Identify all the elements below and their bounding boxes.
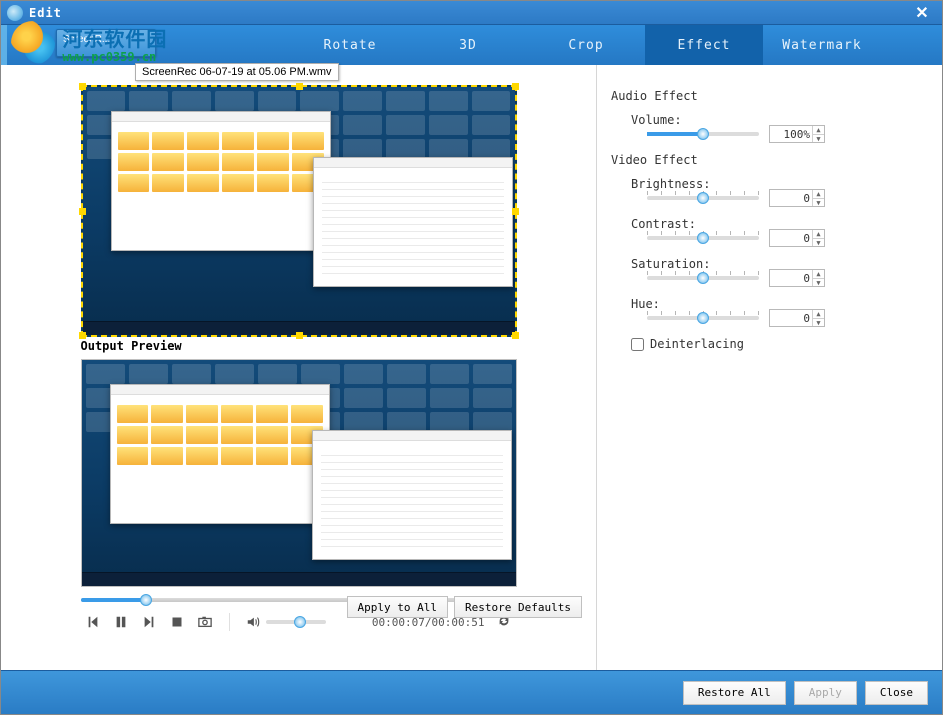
close-window-button[interactable]: ✕ bbox=[908, 4, 936, 22]
contrast-label: Contrast: bbox=[611, 217, 711, 231]
volume-slider[interactable] bbox=[647, 127, 759, 141]
saturation-slider[interactable] bbox=[647, 271, 759, 285]
crop-handle[interactable] bbox=[79, 83, 86, 90]
control-divider bbox=[229, 613, 230, 631]
source-preview[interactable] bbox=[81, 85, 517, 337]
spin-up-icon[interactable]: ▲ bbox=[813, 310, 824, 319]
spin-up-icon[interactable]: ▲ bbox=[813, 126, 824, 135]
spin-up-icon[interactable]: ▲ bbox=[813, 230, 824, 239]
volume-value: 100% bbox=[784, 128, 811, 141]
restore-all-button[interactable]: Restore All bbox=[683, 681, 786, 705]
bottom-bar: Restore All Apply Close bbox=[1, 670, 942, 714]
brightness-value: 0 bbox=[803, 192, 810, 205]
tab-rotate[interactable]: Rotate bbox=[291, 25, 409, 65]
stop-button[interactable] bbox=[169, 614, 185, 630]
file-name-tooltip: ScreenRec 06-07-19 at 05.06 PM.wmv bbox=[135, 63, 339, 81]
apply-to-all-button[interactable]: Apply to All bbox=[347, 596, 448, 618]
close-button[interactable]: Close bbox=[865, 681, 928, 705]
tab-effect[interactable]: Effect bbox=[645, 25, 763, 65]
panel-action-buttons: Apply to All Restore Defaults bbox=[347, 596, 582, 618]
contrast-slider[interactable] bbox=[647, 231, 759, 245]
effects-panel: Audio Effect Volume: 100% ▲▼ Video Effec… bbox=[597, 65, 942, 670]
tab-3d[interactable]: 3D bbox=[409, 25, 527, 65]
spin-down-icon[interactable]: ▼ bbox=[813, 199, 824, 207]
file-chip-label: ScreenR... bbox=[63, 34, 110, 45]
brightness-spin[interactable]: 0 ▲▼ bbox=[769, 189, 825, 207]
video-effect-title: Video Effect bbox=[611, 153, 926, 167]
next-button[interactable] bbox=[141, 614, 157, 630]
hue-value: 0 bbox=[803, 312, 810, 325]
audio-effect-title: Audio Effect bbox=[611, 89, 926, 103]
saturation-spin[interactable]: 0 ▲▼ bbox=[769, 269, 825, 287]
volume-label: Volume: bbox=[611, 113, 711, 127]
deinterlacing-label: Deinterlacing bbox=[650, 337, 744, 351]
spin-down-icon[interactable]: ▼ bbox=[813, 135, 824, 143]
window-title: Edit bbox=[29, 6, 908, 20]
spin-down-icon[interactable]: ▼ bbox=[813, 279, 824, 287]
hue-slider[interactable] bbox=[647, 311, 759, 325]
apply-button[interactable]: Apply bbox=[794, 681, 857, 705]
title-bar: Edit ✕ bbox=[1, 1, 942, 25]
brightness-label: Brightness: bbox=[611, 177, 711, 191]
crop-handle[interactable] bbox=[512, 83, 519, 90]
progress-fill bbox=[81, 598, 146, 602]
saturation-label: Saturation: bbox=[611, 257, 711, 271]
spin-up-icon[interactable]: ▲ bbox=[813, 270, 824, 279]
contrast-spin[interactable]: 0 ▲▼ bbox=[769, 229, 825, 247]
output-preview bbox=[81, 359, 517, 587]
hue-label: Hue: bbox=[611, 297, 711, 311]
crop-handle[interactable] bbox=[79, 332, 86, 339]
pause-button[interactable] bbox=[113, 614, 129, 630]
deinterlacing-checkbox[interactable] bbox=[631, 338, 644, 351]
spin-down-icon[interactable]: ▼ bbox=[813, 319, 824, 327]
saturation-value: 0 bbox=[803, 272, 810, 285]
file-thumbnail-chip[interactable]: ScreenR... bbox=[56, 29, 156, 57]
app-icon bbox=[7, 5, 23, 21]
spin-up-icon[interactable]: ▲ bbox=[813, 190, 824, 199]
crop-handle[interactable] bbox=[79, 208, 86, 215]
volume-track[interactable] bbox=[266, 620, 326, 624]
tab-crop[interactable]: Crop bbox=[527, 25, 645, 65]
restore-defaults-button[interactable]: Restore Defaults bbox=[454, 596, 582, 618]
brightness-slider[interactable] bbox=[647, 191, 759, 205]
spin-down-icon[interactable]: ▼ bbox=[813, 239, 824, 247]
speaker-icon bbox=[246, 615, 260, 629]
preview-column: Output Preview bbox=[1, 65, 597, 670]
tab-watermark[interactable]: Watermark bbox=[763, 25, 881, 65]
volume-thumb[interactable] bbox=[294, 616, 306, 628]
contrast-value: 0 bbox=[803, 232, 810, 245]
snapshot-button[interactable] bbox=[197, 614, 213, 630]
crop-handle[interactable] bbox=[296, 83, 303, 90]
crop-handle[interactable] bbox=[512, 208, 519, 215]
main-area: Output Preview bbox=[1, 65, 942, 670]
hue-spin[interactable]: 0 ▲▼ bbox=[769, 309, 825, 327]
progress-thumb[interactable] bbox=[140, 594, 152, 606]
prev-button[interactable] bbox=[85, 614, 101, 630]
volume-spin[interactable]: 100% ▲▼ bbox=[769, 125, 825, 143]
output-preview-label: Output Preview bbox=[81, 339, 517, 353]
volume-control[interactable] bbox=[246, 615, 326, 629]
crop-handle[interactable] bbox=[512, 332, 519, 339]
crop-handle[interactable] bbox=[296, 332, 303, 339]
